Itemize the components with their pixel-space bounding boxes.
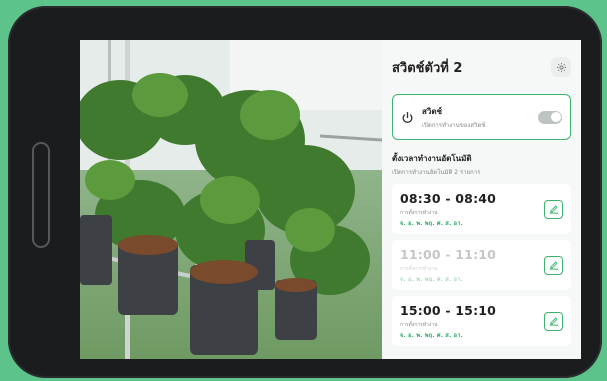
screen: สวิตช์ตัวที่ 2 สวิตช์ เปิดการทำงานของสวิ…	[80, 40, 581, 359]
schedule-title: ตั้งเวลาทำงานอัตโนมัติ	[392, 154, 472, 163]
power-icon	[402, 111, 413, 123]
edit-button[interactable]	[544, 311, 563, 331]
schedule-item[interactable]: 08:30 - 08:40 การตั้งการทำงาน จ. อ. พ. พ…	[392, 184, 571, 234]
schedule-time: 11:00 - 11:10	[400, 246, 497, 262]
switch-title: สวิตช์	[422, 106, 442, 116]
switch-panel: สวิตช์ตัวที่ 2 สวิตช์ เปิดการทำงานของสวิ…	[382, 40, 581, 359]
edit-button[interactable]	[544, 199, 563, 219]
schedule-time: 15:00 - 15:10	[400, 302, 497, 318]
schedule-days: จ. อ. พ. พฤ. ศ. ส. อา.	[400, 276, 464, 283]
schedule-subtitle: เปิดการทำงานอัตโนมัติ 2 รายการ	[392, 169, 481, 176]
schedule-label: การตั้งการทำงาน	[400, 321, 438, 328]
settings-button[interactable]	[551, 57, 571, 77]
pencil-icon	[549, 317, 558, 326]
switch-text: สวิตช์ เปิดการทำงานของสวิตช์	[422, 105, 530, 130]
edit-button[interactable]	[544, 255, 563, 275]
schedule-item-text: 11:00 - 11:10 การตั้งการทำงาน จ. อ. พ. พ…	[400, 247, 544, 284]
schedule-label: การตั้งการทำงาน	[400, 209, 438, 216]
switch-toggle[interactable]	[538, 110, 562, 124]
pencil-icon	[549, 261, 558, 270]
schedule-time: 08:30 - 08:40	[400, 190, 497, 206]
schedule-item[interactable]: 11:00 - 11:10 การตั้งการทำงาน จ. อ. พ. พ…	[392, 240, 571, 290]
switch-card: สวิตช์ เปิดการทำงานของสวิตช์	[392, 94, 571, 140]
tablet-device: สวิตช์ตัวที่ 2 สวิตช์ เปิดการทำงานของสวิ…	[8, 6, 602, 378]
schedule-item-text: 15:00 - 15:10 การตั้งการทำงาน จ. อ. พ. พ…	[400, 303, 544, 340]
gear-icon	[556, 62, 566, 72]
schedule-days: จ. อ. พ. พฤ. ศ. ส. อา.	[400, 332, 464, 339]
schedule-item[interactable]: 15:00 - 15:10 การตั้งการทำงาน จ. อ. พ. พ…	[392, 296, 571, 346]
page-title: สวิตช์ตัวที่ 2	[392, 60, 463, 76]
pencil-icon	[549, 205, 558, 214]
schedule-header: ตั้งเวลาทำงานอัตโนมัติ เปิดการทำงานอัตโน…	[392, 152, 571, 177]
schedule-list: 08:30 - 08:40 การตั้งการทำงาน จ. อ. พ. พ…	[392, 184, 571, 346]
schedule-item-text: 08:30 - 08:40 การตั้งการทำงาน จ. อ. พ. พ…	[400, 191, 544, 228]
schedule-label: การตั้งการทำงาน	[400, 265, 438, 272]
switch-subtitle: เปิดการทำงานของสวิตช์	[422, 121, 486, 129]
greenhouse-photo	[80, 40, 382, 359]
schedule-days: จ. อ. พ. พฤ. ศ. ส. อา.	[400, 220, 464, 227]
panel-header: สวิตช์ตัวที่ 2	[392, 40, 571, 94]
home-button[interactable]	[32, 142, 50, 248]
toggle-knob	[550, 112, 561, 122]
